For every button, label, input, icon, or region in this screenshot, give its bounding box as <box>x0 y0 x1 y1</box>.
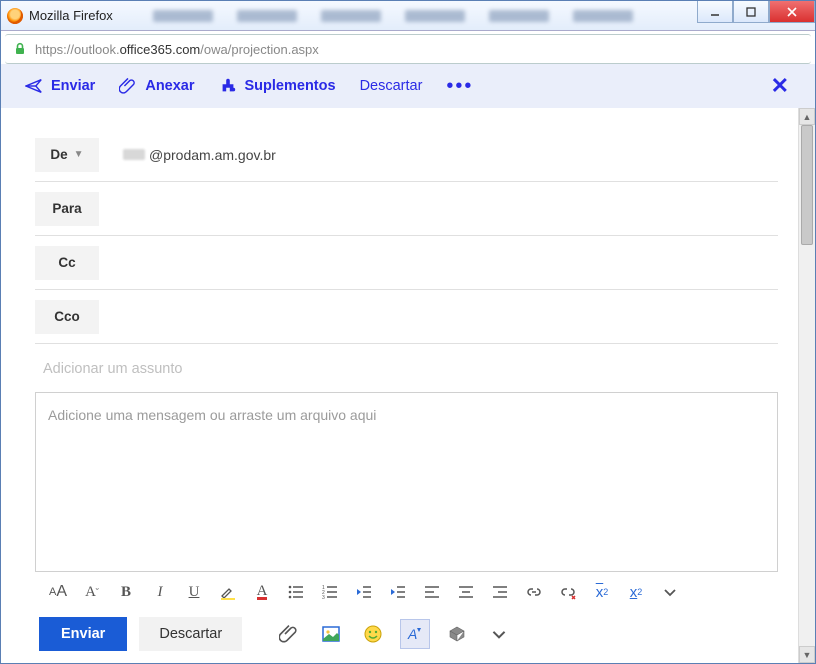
message-body[interactable]: Adicione uma mensagem ou arraste um arqu… <box>35 392 778 572</box>
link-button[interactable] <box>519 577 549 607</box>
background-tabs <box>153 10 633 22</box>
addins-label: Suplementos <box>245 78 336 94</box>
to-row[interactable]: Para <box>35 182 778 236</box>
cc-row[interactable]: Cc <box>35 236 778 290</box>
compose-command-bar: Enviar Anexar Suplementos Descartar ••• … <box>1 64 815 108</box>
paperclip-icon <box>279 624 299 644</box>
chevron-down-icon <box>489 624 509 644</box>
superscript-button[interactable]: x2 <box>587 577 617 607</box>
bcc-row[interactable]: Cco <box>35 290 778 344</box>
svg-text:A: A <box>407 626 417 642</box>
cube-icon <box>447 624 467 644</box>
attach-file-button[interactable] <box>274 619 304 649</box>
cc-button[interactable]: Cc <box>35 246 99 280</box>
font-size-button[interactable]: AA <box>43 577 73 607</box>
subscript-button[interactable]: x2 <box>621 577 651 607</box>
firefox-window: Mozilla Firefox https://outlook.office36… <box>0 0 816 664</box>
underline-button[interactable]: U <box>179 577 209 607</box>
url-text: https://outlook.office365.com/owa/projec… <box>35 42 319 57</box>
bullet-list-button[interactable] <box>281 577 311 607</box>
window-title: Mozilla Firefox <box>29 8 113 23</box>
send-button[interactable]: Enviar <box>39 617 127 651</box>
lock-icon <box>13 42 27 56</box>
insert-image-button[interactable] <box>316 619 346 649</box>
to-button[interactable]: Para <box>35 192 99 226</box>
attach-command[interactable]: Anexar <box>113 71 200 101</box>
from-button[interactable]: De ▼ <box>35 138 99 172</box>
to-label: Para <box>52 201 81 216</box>
compose-form: De ▼ @prodam.am.gov.br Para Cc <box>1 108 798 663</box>
number-list-button[interactable]: 123 <box>315 577 345 607</box>
addins-action-button[interactable] <box>442 619 472 649</box>
send-icon <box>25 77 43 95</box>
addins-icon <box>219 77 237 95</box>
align-center-button[interactable] <box>451 577 481 607</box>
outdent-button[interactable] <box>349 577 379 607</box>
minimize-button[interactable] <box>697 1 733 23</box>
scroll-thumb[interactable] <box>801 125 813 245</box>
bcc-label: Cco <box>54 309 80 324</box>
chevron-down-icon: ▼ <box>74 149 84 160</box>
scroll-up-arrow[interactable]: ▲ <box>799 108 815 125</box>
bold-button[interactable]: B <box>111 577 141 607</box>
cc-label: Cc <box>58 255 75 270</box>
send-label: Enviar <box>51 78 95 94</box>
scroll-down-arrow[interactable]: ▼ <box>799 646 815 663</box>
toggle-formatting-button[interactable]: A <box>400 619 430 649</box>
bcc-button[interactable]: Cco <box>35 300 99 334</box>
vertical-scrollbar[interactable]: ▲ ▼ <box>798 108 815 663</box>
smiley-icon <box>363 624 383 644</box>
discard-button[interactable]: Descartar <box>139 617 242 651</box>
close-window-button[interactable] <box>769 1 815 23</box>
unlink-button[interactable] <box>553 577 583 607</box>
discard-label: Descartar <box>360 78 423 94</box>
highlight-button[interactable] <box>213 577 243 607</box>
from-label: De <box>50 147 67 162</box>
maximize-button[interactable] <box>733 1 769 23</box>
from-value: @prodam.am.gov.br <box>123 147 276 163</box>
subject-row <box>35 344 778 392</box>
align-right-button[interactable] <box>485 577 515 607</box>
addins-command[interactable]: Suplementos <box>213 71 342 101</box>
image-icon <box>321 624 341 644</box>
from-row: De ▼ @prodam.am.gov.br <box>35 128 778 182</box>
more-actions-button[interactable] <box>484 619 514 649</box>
font-decrease-button[interactable]: A˘ <box>77 577 107 607</box>
more-formatting-button[interactable] <box>655 577 685 607</box>
paperclip-icon <box>119 77 137 95</box>
send-command[interactable]: Enviar <box>19 71 101 101</box>
url-bar[interactable]: https://outlook.office365.com/owa/projec… <box>5 34 811 64</box>
subject-input[interactable] <box>43 361 778 377</box>
attach-label: Anexar <box>145 78 194 94</box>
more-commands[interactable]: ••• <box>440 75 479 98</box>
indent-button[interactable] <box>383 577 413 607</box>
body-placeholder: Adicione uma mensagem ou arraste um arqu… <box>48 407 376 423</box>
close-compose-button[interactable]: ✕ <box>763 69 797 103</box>
emoji-button[interactable] <box>358 619 388 649</box>
svg-text:3: 3 <box>322 595 325 601</box>
redacted-text <box>123 149 145 160</box>
formatting-toolbar: AA A˘ B I U A 123 <box>35 572 778 613</box>
titlebar[interactable]: Mozilla Firefox <box>1 1 815 31</box>
compose-action-bar: Enviar Descartar A <box>35 613 778 663</box>
italic-button[interactable]: I <box>145 577 175 607</box>
align-left-button[interactable] <box>417 577 447 607</box>
discard-command[interactable]: Descartar <box>354 72 429 100</box>
font-icon: A <box>405 624 425 644</box>
firefox-icon <box>7 8 23 24</box>
font-color-button[interactable]: A <box>247 577 277 607</box>
